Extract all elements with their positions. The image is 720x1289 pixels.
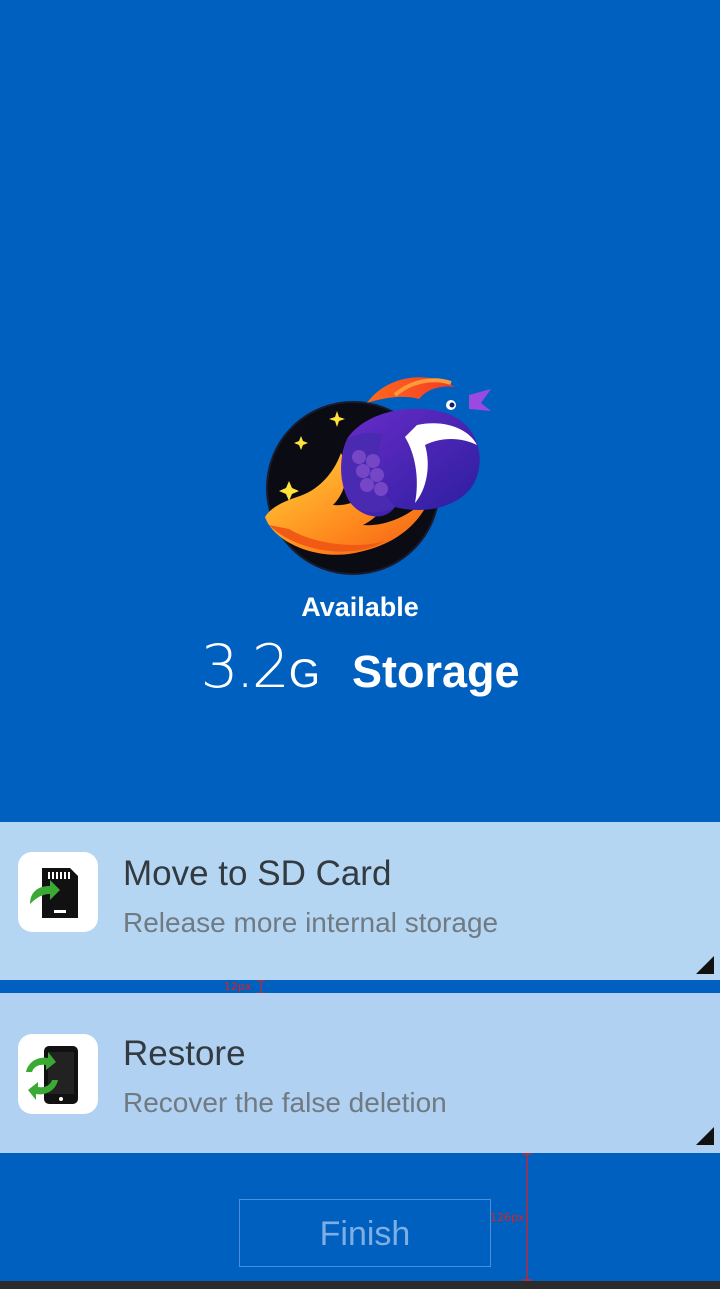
bottom-measurement-label: 126px [490, 1211, 525, 1224]
gap-measurement-label: 12px [224, 980, 252, 993]
storage-unit: G [288, 652, 320, 696]
phone-restore-icon [18, 1034, 98, 1114]
sd-card-move-icon [18, 852, 98, 932]
corner-triangle-icon [696, 1127, 714, 1145]
navigation-bar [0, 1281, 720, 1289]
move-to-sd-card-option[interactable]: Move to SD Card Release more internal st… [0, 822, 720, 980]
app-screen: Available 3.2G Storage Move to SD Card Re… [0, 0, 720, 1289]
restore-option[interactable]: Restore Recover the false deletion [0, 993, 720, 1153]
move-to-sd-card-subtitle: Release more internal storage [123, 907, 499, 938]
storage-value: 3.2 [200, 632, 289, 702]
finish-button[interactable]: Finish [239, 1199, 491, 1267]
storage-label: Storage [352, 646, 520, 697]
gap-measurement-bracket-icon [257, 980, 265, 994]
storage-summary: 3.2G Storage [0, 632, 720, 702]
rocket-bird-logo-icon [265, 377, 491, 575]
corner-triangle-icon [696, 956, 714, 974]
restore-title: Restore [123, 1034, 246, 1073]
available-label: Available [301, 592, 419, 622]
move-to-sd-card-title: Move to SD Card [123, 854, 392, 893]
restore-subtitle: Recover the false deletion [123, 1087, 447, 1118]
